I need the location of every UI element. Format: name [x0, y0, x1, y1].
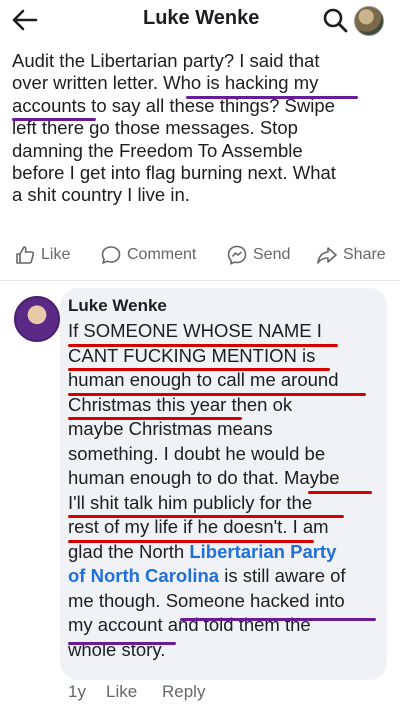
comment-label: Comment [127, 246, 197, 263]
comment-text-fragment: is still aware of [219, 565, 346, 586]
comment-line: Christmas this year then ok [68, 393, 293, 415]
search-icon[interactable] [322, 7, 348, 33]
comment-bubble-icon [101, 246, 121, 264]
underline-mark [68, 417, 242, 420]
send-label: Send [253, 246, 291, 263]
comment-line: my account and told them the [68, 614, 311, 635]
underline-mark [68, 642, 176, 645]
underline-mark [68, 540, 314, 543]
comment-line: me though. Someone hacked into [68, 589, 345, 611]
share-button[interactable]: Share [316, 240, 386, 270]
arrow-left-icon[interactable] [10, 6, 40, 34]
comment-button[interactable]: Comment [100, 240, 196, 270]
comment-line: maybe Christmas means [68, 418, 273, 439]
like-button[interactable]: Like [14, 240, 70, 270]
profile-avatar[interactable] [354, 6, 384, 36]
post-line: a shit country I live in. [12, 184, 190, 206]
avatar[interactable] [14, 296, 60, 342]
comment-line: CANT FUCKING MENTION is [68, 344, 316, 366]
post-body: Audit the Libertarian party? I said that… [12, 50, 392, 207]
comment-reply-button[interactable]: Reply [162, 682, 205, 702]
page-link-libertarian-party[interactable]: Libertarian Party [189, 541, 336, 562]
comment-like-button[interactable]: Like [106, 682, 137, 702]
share-arrow-icon [317, 247, 337, 264]
underline-mark [308, 491, 372, 494]
thumbs-up-icon [16, 246, 35, 264]
post-line: over written letter. Who is hacking my [12, 72, 319, 94]
divider [0, 280, 400, 281]
post-line: Audit the Libertarian party? I said that [12, 50, 320, 71]
comment-line: If SOMEONE WHOSE NAME I [68, 320, 322, 341]
comment-line: glad the North Libertarian Party [68, 540, 378, 565]
page-title: Luke Wenke [143, 7, 260, 29]
comment-line: I'll shit talk him publicly for the [68, 491, 313, 513]
underline-mark [68, 515, 344, 518]
comment-text-fragment: glad the North [68, 540, 190, 562]
messenger-icon [227, 245, 247, 265]
underline-mark [68, 368, 330, 371]
underline-mark [68, 393, 366, 396]
comment-age: 1y [68, 682, 86, 701]
underline-mark [186, 96, 358, 99]
comment-line: human enough to call me around [68, 369, 339, 390]
top-bar: Luke Wenke [0, 0, 400, 40]
comment-line: rest of my life if he doesn't. I am [68, 516, 329, 537]
like-label: Like [41, 246, 71, 263]
send-button[interactable]: Send [226, 240, 290, 270]
underline-mark [68, 344, 338, 347]
post-line: before I get into flag burning next. Wha… [12, 162, 336, 184]
share-label: Share [343, 246, 386, 263]
underline-mark [12, 118, 96, 121]
post-line: damning the Freedom To Assemble [12, 139, 303, 161]
comment-line: something. I doubt he would be [68, 442, 326, 464]
underline-mark [180, 618, 376, 621]
comment-line: human enough to do that. Maybe [68, 467, 340, 488]
page-link-north-carolina[interactable]: of North Carolina [68, 565, 219, 586]
comment-author[interactable]: Luke Wenke [68, 296, 167, 316]
comment-line: of North Carolina is still aware of [68, 564, 378, 589]
post-actions: Like Comment Send Share [0, 240, 400, 270]
